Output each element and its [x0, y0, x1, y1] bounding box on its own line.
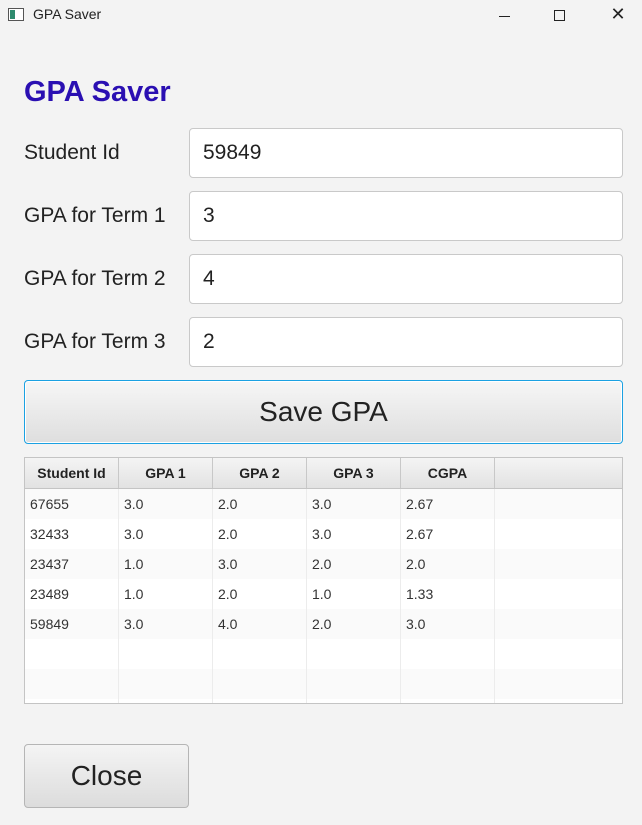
table-cell: 23437 [25, 549, 119, 579]
column-header[interactable]: Student Id [25, 458, 119, 488]
column-header-filler [495, 458, 622, 488]
minimize-icon [498, 15, 510, 17]
column-header[interactable]: CGPA [401, 458, 495, 488]
column-header[interactable]: GPA 1 [119, 458, 213, 488]
table-row[interactable]: 23437 1.0 3.0 2.0 2.0 [25, 549, 622, 579]
table-cell: 3.0 [119, 519, 213, 549]
table-cell: 2.0 [307, 549, 401, 579]
table-cell: 3.0 [119, 489, 213, 519]
save-gpa-button[interactable]: Save GPA [24, 380, 623, 444]
table-cell: 2.0 [213, 519, 307, 549]
table-cell: 2.0 [213, 579, 307, 609]
maximize-button[interactable] [536, 0, 582, 30]
table-cell: 1.0 [119, 579, 213, 609]
empty-table-row [25, 639, 622, 669]
term2-input[interactable]: 4 [189, 254, 623, 304]
table-row[interactable]: 23489 1.0 2.0 1.0 1.33 [25, 579, 622, 609]
table-cell: 3.0 [307, 489, 401, 519]
table-cell-filler [495, 519, 622, 549]
table-row[interactable]: 67655 3.0 2.0 3.0 2.67 [25, 489, 622, 519]
table-cell: 3.0 [307, 519, 401, 549]
table-cell: 67655 [25, 489, 119, 519]
table-cell: 32433 [25, 519, 119, 549]
minimize-button[interactable] [481, 0, 527, 30]
empty-table-row [25, 699, 622, 703]
table-cell: 23489 [25, 579, 119, 609]
empty-table-row [25, 669, 622, 699]
table-cell-filler [495, 579, 622, 609]
table-cell: 4.0 [213, 609, 307, 639]
term1-input[interactable]: 3 [189, 191, 623, 241]
gpa-table[interactable]: Student Id GPA 1 GPA 2 GPA 3 CGPA 67655 … [24, 457, 623, 704]
student-id-label: Student Id [24, 141, 120, 164]
table-cell: 2.0 [213, 489, 307, 519]
table-cell: 3.0 [119, 609, 213, 639]
app-icon [8, 8, 24, 21]
term3-label: GPA for Term 3 [24, 330, 166, 353]
table-cell: 59849 [25, 609, 119, 639]
title-bar: GPA Saver ✕ [0, 0, 642, 30]
window-title: GPA Saver [33, 6, 102, 22]
table-cell-filler [495, 549, 622, 579]
table-cell: 1.0 [307, 579, 401, 609]
term3-input[interactable]: 2 [189, 317, 623, 367]
table-cell: 1.33 [401, 579, 495, 609]
table-row[interactable]: 32433 3.0 2.0 3.0 2.67 [25, 519, 622, 549]
table-row[interactable]: 59849 3.0 4.0 2.0 3.0 [25, 609, 622, 639]
app-window: GPA Saver ✕ GPA Saver Student Id 59849 G… [0, 0, 642, 825]
table-cell: 2.67 [401, 489, 495, 519]
table-header: Student Id GPA 1 GPA 2 GPA 3 CGPA [25, 458, 622, 489]
column-header[interactable]: GPA 3 [307, 458, 401, 488]
maximize-icon [553, 9, 565, 21]
page-title: GPA Saver [24, 76, 171, 108]
table-cell: 2.0 [401, 549, 495, 579]
term2-label: GPA for Term 2 [24, 267, 166, 290]
table-cell-filler [495, 609, 622, 639]
column-header[interactable]: GPA 2 [213, 458, 307, 488]
table-cell: 3.0 [401, 609, 495, 639]
close-button[interactable]: Close [24, 744, 189, 808]
table-cell: 2.67 [401, 519, 495, 549]
term1-label: GPA for Term 1 [24, 204, 166, 227]
close-window-button[interactable]: ✕ [595, 0, 641, 30]
close-icon: ✕ [610, 4, 626, 25]
table-cell: 2.0 [307, 609, 401, 639]
table-cell-filler [495, 489, 622, 519]
student-id-input[interactable]: 59849 [189, 128, 623, 178]
table-cell: 3.0 [213, 549, 307, 579]
table-cell: 1.0 [119, 549, 213, 579]
